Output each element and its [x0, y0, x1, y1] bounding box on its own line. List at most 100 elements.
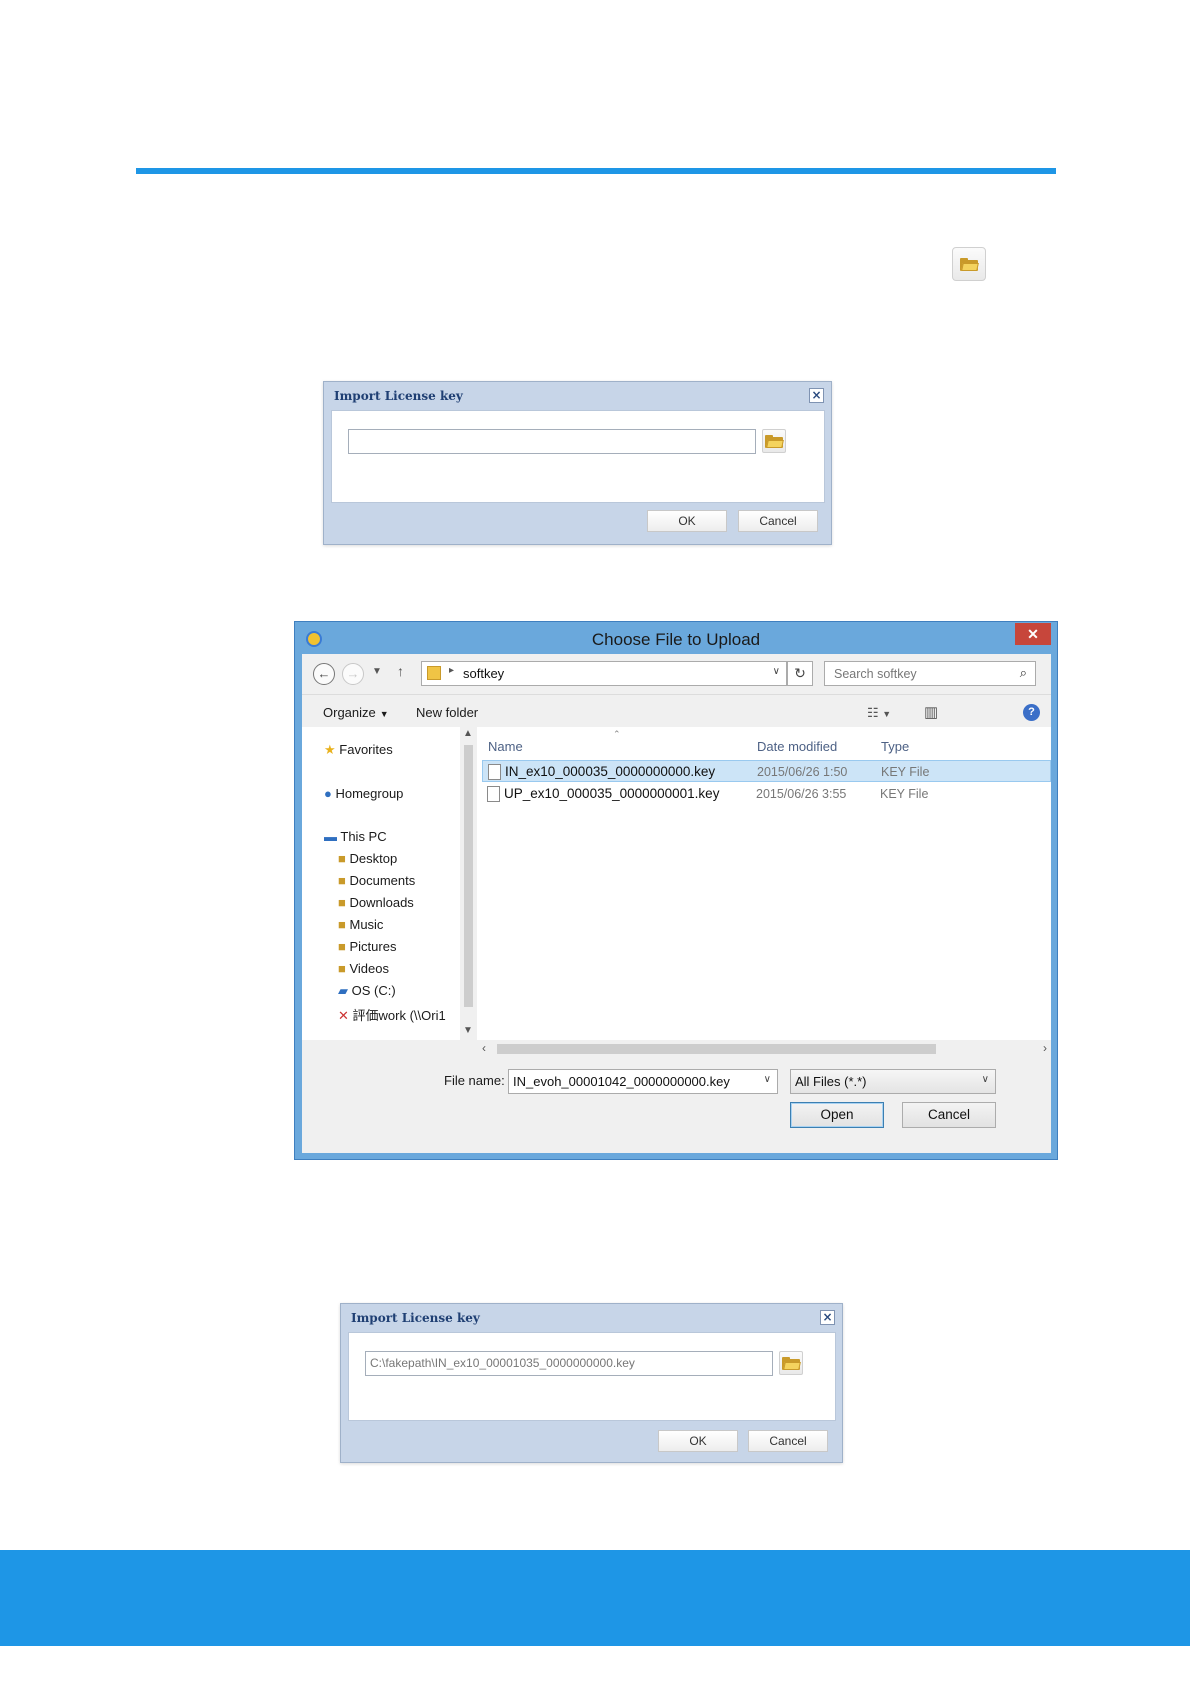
file-list: ⌃ Name Date modified Type IN_ex10_000035… [477, 727, 1051, 1040]
dialog-footer: File name: IN_evoh_00001042_0000000000.k… [302, 1057, 1051, 1153]
column-name[interactable]: Name [488, 739, 523, 754]
nav-item-favorites[interactable]: ★ Favorites [324, 742, 393, 758]
file-name: IN_ex10_000035_0000000000.key [505, 764, 716, 779]
forward-arrow-icon[interactable]: → [342, 663, 364, 685]
dialog-title: Choose File to Upload [591, 630, 761, 649]
nav-item-this-pc[interactable]: ▬ This PC [324, 829, 387, 844]
file-type-select[interactable]: All Files (*.*) ∨ [790, 1069, 996, 1094]
folder-icon: ■ [338, 873, 346, 888]
folder-icon [765, 434, 784, 448]
nav-label: Downloads [349, 895, 414, 910]
choose-file-dialog: Choose File to Upload ✕ ← → ▼ ↑ ▸ softke… [294, 621, 1058, 1160]
browse-button[interactable] [779, 1351, 803, 1375]
nav-label: OS (C:) [351, 983, 396, 998]
file-name: UP_ex10_000035_0000000001.key [504, 786, 720, 801]
nav-item-pictures[interactable]: ■ Pictures [338, 939, 396, 954]
folder-icon [782, 1356, 801, 1370]
nav-label: Music [349, 917, 384, 932]
nav-item-homegroup[interactable]: ● Homegroup [324, 786, 403, 801]
recent-locations-chevron-icon[interactable]: ▼ [372, 666, 382, 677]
nav-item-documents[interactable]: ■ Documents [338, 873, 415, 888]
scroll-left-icon[interactable]: ‹ [482, 1041, 486, 1055]
cancel-button[interactable]: Cancel [738, 510, 818, 532]
scroll-down-icon[interactable]: ▼ [463, 1025, 473, 1036]
open-button[interactable]: Open [790, 1102, 884, 1128]
cancel-button[interactable]: Cancel [748, 1430, 828, 1452]
navigation-bar: ← → ▼ ↑ ▸ softkey ∨ ↻ Search softkey ⌕ [302, 654, 1051, 694]
folder-icon [960, 257, 979, 271]
import-license-dialog-filled: Import License key × C:\fakepath\IN_ex10… [340, 1303, 843, 1463]
view-options-icon[interactable]: ☷ ▼ [867, 705, 891, 721]
nav-label: Homegroup [335, 786, 404, 801]
folder-icon: ■ [338, 895, 346, 910]
file-list-scrollbar[interactable]: ‹ › [477, 1040, 1051, 1057]
file-icon [487, 786, 500, 802]
folder-icon: ■ [338, 939, 346, 954]
browse-folder-icon-sample [952, 247, 986, 281]
nav-item-downloads[interactable]: ■ Downloads [338, 895, 414, 910]
scroll-thumb[interactable] [464, 745, 473, 1007]
new-folder-button[interactable]: New folder [416, 705, 478, 720]
search-placeholder: Search softkey [834, 667, 917, 681]
nav-item-os-c[interactable]: ▰ OS (C:) [338, 983, 396, 999]
chevron-down-icon[interactable]: ∨ [764, 1074, 771, 1085]
license-path-input[interactable]: C:\fakepath\IN_ex10_00001035_0000000000.… [365, 1351, 773, 1376]
browse-button[interactable] [762, 429, 786, 453]
nav-item-music[interactable]: ■ Music [338, 917, 383, 932]
nav-item-network-drive[interactable]: ✕ 評価work (\\Ori1 [338, 1005, 458, 1024]
scroll-right-icon[interactable]: › [1043, 1041, 1047, 1055]
column-type[interactable]: Type [881, 739, 909, 754]
nav-label: This PC [340, 829, 387, 844]
nav-label: Pictures [349, 939, 397, 954]
nav-label: Desktop [349, 851, 398, 866]
file-row[interactable]: IN_ex10_000035_0000000000.key 2015/06/26… [482, 760, 1051, 782]
chevron-down-icon[interactable]: ∨ [773, 666, 780, 677]
cancel-button[interactable]: Cancel [902, 1102, 996, 1128]
file-date: 2015/06/26 3:55 [756, 787, 847, 801]
preview-pane-icon[interactable]: ▥ [924, 703, 938, 721]
organize-menu[interactable]: Organize ▼ [323, 705, 389, 720]
back-arrow-icon[interactable]: ← [313, 663, 335, 685]
close-icon[interactable]: ✕ [1015, 623, 1051, 645]
file-row[interactable]: UP_ex10_000035_0000000001.key 2015/06/26… [482, 783, 1051, 805]
nav-label: 評価work (\\Ori1 [352, 1008, 446, 1023]
nav-item-videos[interactable]: ■ Videos [338, 961, 389, 976]
folder-icon: ■ [338, 961, 346, 976]
search-input[interactable]: Search softkey ⌕ [824, 661, 1036, 686]
file-type: KEY File [881, 765, 930, 779]
caret-down-icon: ▼ [379, 709, 389, 719]
drive-icon: ▰ [338, 983, 348, 998]
address-bar[interactable]: ▸ softkey ∨ [421, 661, 787, 686]
file-type: KEY File [880, 787, 929, 801]
command-bar: Organize ▼ New folder ☷ ▼ ▥ ? [302, 694, 1051, 727]
organize-label: Organize [323, 705, 376, 720]
folder-icon: ■ [338, 917, 346, 932]
nav-label: Documents [349, 873, 416, 888]
computer-icon: ▬ [324, 829, 337, 844]
file-icon [488, 764, 501, 780]
scroll-up-icon[interactable]: ▲ [463, 728, 473, 739]
bottom-divider [0, 1550, 1190, 1646]
search-icon: ⌕ [1019, 665, 1027, 680]
ok-button[interactable]: OK [658, 1430, 738, 1452]
scroll-thumb[interactable] [497, 1044, 936, 1054]
help-icon[interactable]: ? [1023, 704, 1040, 721]
license-path-input[interactable] [348, 429, 756, 454]
disconnected-drive-icon: ✕ [338, 1008, 349, 1023]
ok-button[interactable]: OK [647, 510, 727, 532]
column-date-modified[interactable]: Date modified [757, 739, 837, 754]
top-divider [136, 168, 1056, 174]
star-icon: ★ [324, 742, 336, 757]
close-icon[interactable]: × [820, 1310, 835, 1325]
file-name-input[interactable]: IN_evoh_00001042_0000000000.key ∨ [508, 1069, 778, 1094]
address-path: softkey [463, 666, 505, 681]
nav-scrollbar[interactable]: ▲ ▼ [460, 727, 477, 1040]
nav-item-desktop[interactable]: ■ Desktop [338, 851, 397, 866]
breadcrumb-separator-icon: ▸ [449, 665, 455, 676]
refresh-icon[interactable]: ↻ [787, 661, 813, 686]
file-name-value: IN_evoh_00001042_0000000000.key [513, 1074, 730, 1089]
close-icon[interactable]: × [809, 388, 824, 403]
up-arrow-icon[interactable]: ↑ [397, 663, 404, 679]
homegroup-icon: ● [324, 786, 332, 801]
file-date: 2015/06/26 1:50 [757, 765, 848, 779]
